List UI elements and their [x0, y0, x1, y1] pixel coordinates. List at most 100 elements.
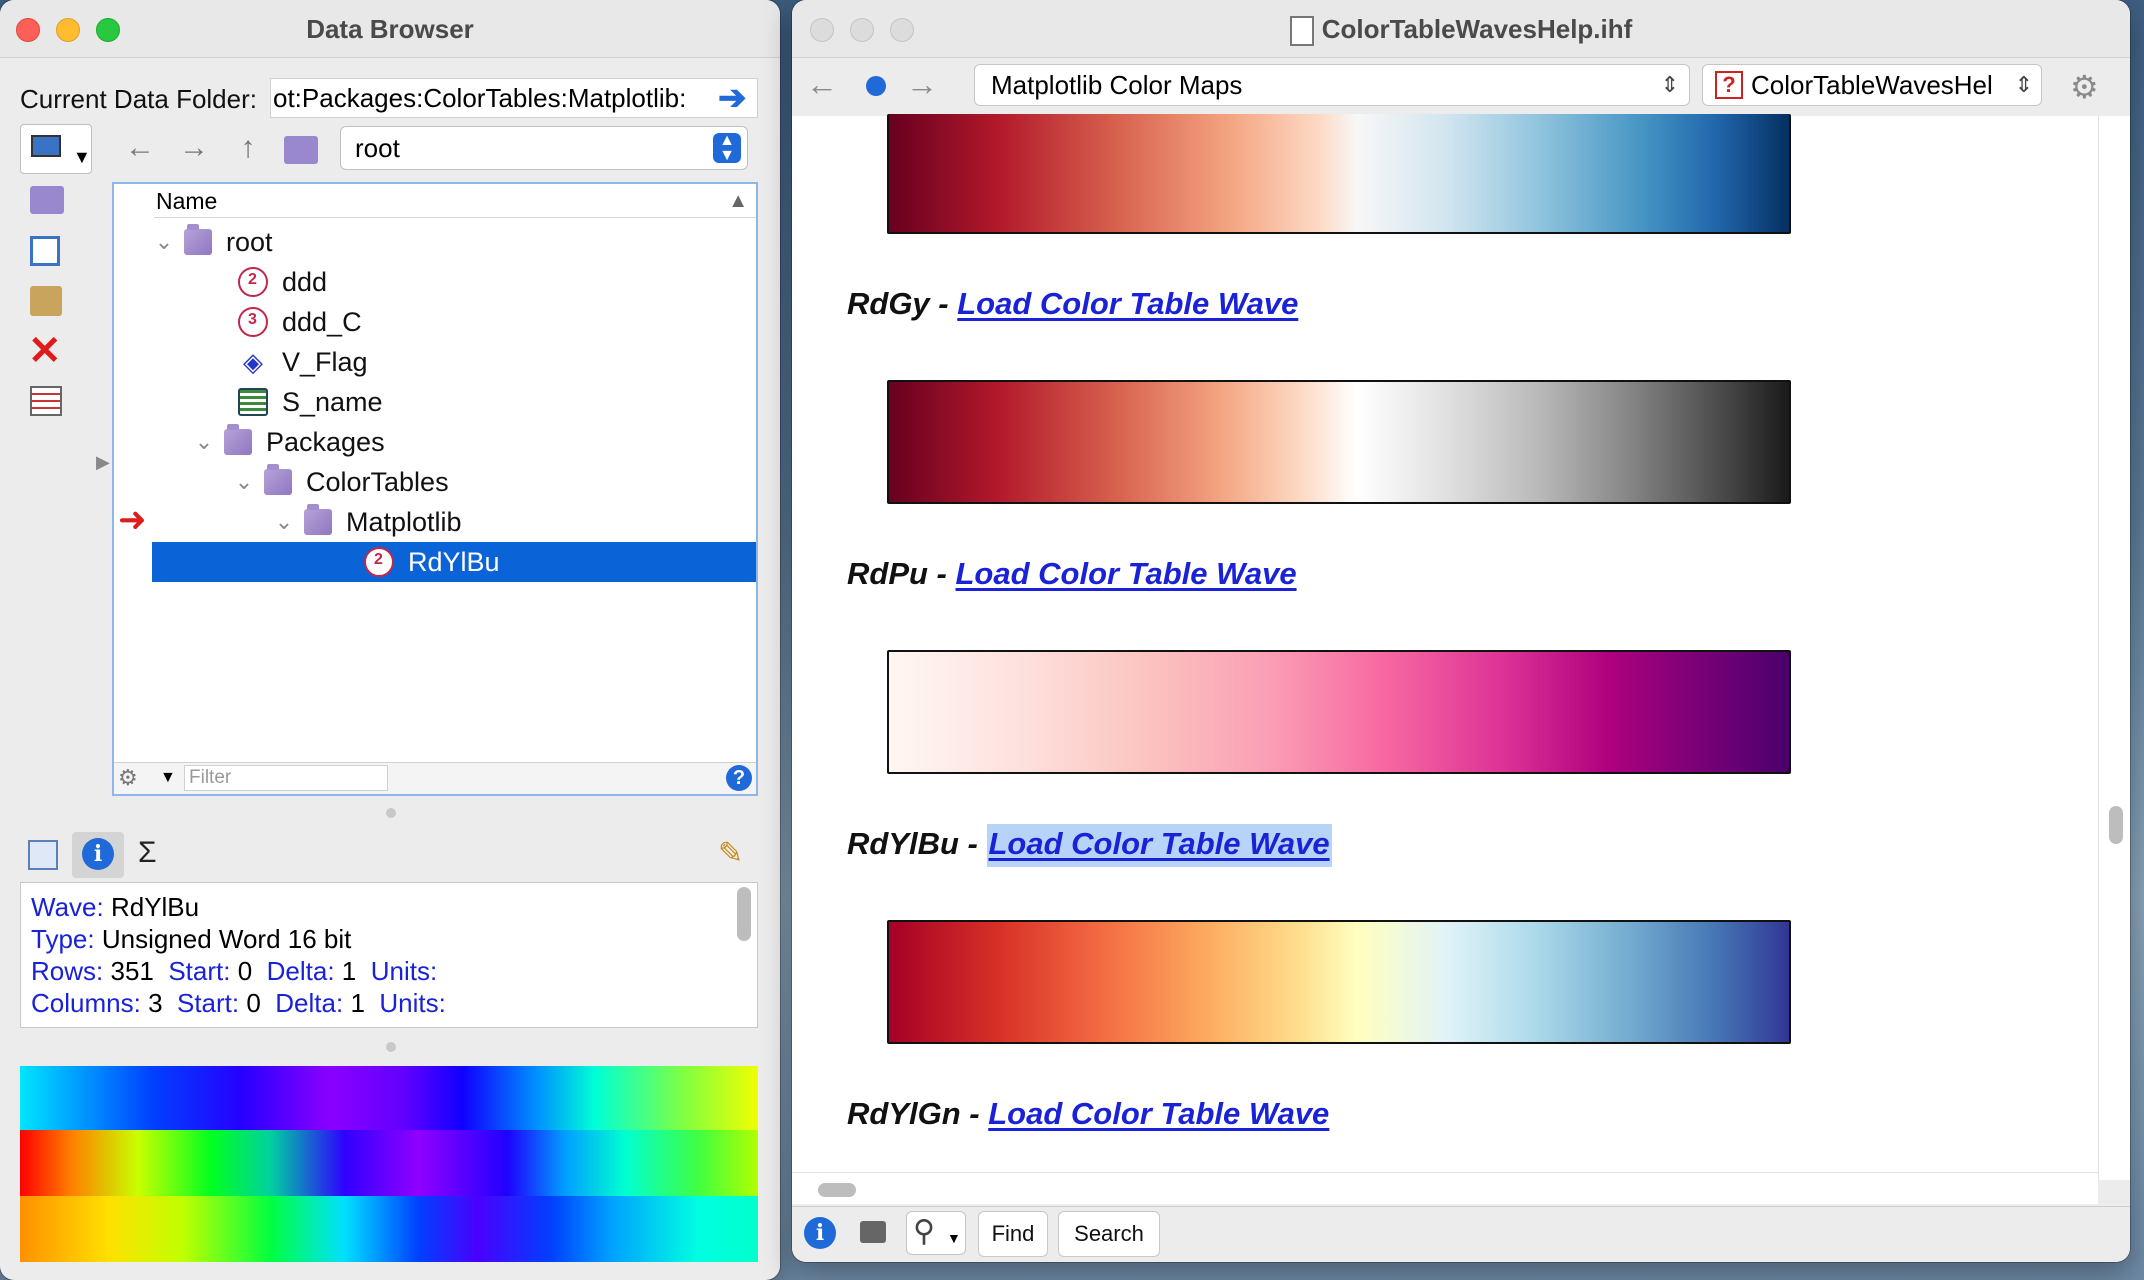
string-wave-icon — [238, 388, 268, 416]
up-arrow-icon[interactable]: ↑ — [228, 128, 268, 168]
sort-ascending-icon: ▲ — [728, 190, 748, 212]
info-value: 1 — [350, 988, 365, 1018]
tree-item-label: ColorTables — [306, 466, 449, 497]
chevron-down-icon[interactable]: ⌄ — [264, 509, 304, 535]
map-label-rdylbu: RdYlBu - Load Color Table Wave — [847, 824, 1332, 867]
info-key: Units: — [379, 988, 446, 1018]
gear-icon[interactable]: ⚙ — [2070, 68, 2099, 106]
select-arrows-icon: ⇕ — [2010, 65, 2033, 105]
map-name: RdPu - — [847, 556, 947, 591]
tree-item-label: Matplotlib — [346, 506, 462, 537]
split-handle[interactable] — [386, 808, 396, 818]
search-button[interactable]: Search — [1058, 1211, 1160, 1257]
info-key: Start: — [168, 956, 231, 986]
chevron-down-icon[interactable]: ⌄ — [144, 229, 184, 255]
home-dot-icon[interactable] — [866, 76, 886, 96]
load-color-table-link[interactable]: Load Color Table Wave — [956, 556, 1297, 591]
folder-select[interactable]: root ▲ ▼ — [340, 126, 748, 170]
back-arrow-icon[interactable]: ← — [802, 64, 842, 104]
filter-bar: ⚙ ▼ Filter ? — [114, 762, 756, 794]
info-icon[interactable]: i — [804, 1217, 836, 1249]
scrollbar-thumb[interactable] — [818, 1183, 856, 1197]
info-value: Unsigned Word 16 bit — [101, 924, 352, 954]
help-icon[interactable]: ? — [726, 765, 752, 791]
chevron-down-icon[interactable]: ⌄ — [184, 429, 224, 455]
forward-arrow-icon[interactable]: → — [174, 128, 214, 168]
tree-row[interactable]: ⌄ root — [114, 222, 756, 262]
filter-input[interactable]: Filter — [184, 765, 388, 791]
data-tree: Name ▲ ⌄ root 2 ddd 3 ddd_C ◈ V_Flag S_name … — [112, 182, 758, 796]
map-name: RdYlBu - — [847, 826, 978, 861]
tree-item-label: ddd_C — [282, 306, 362, 337]
go-arrow-icon[interactable]: ➔ — [718, 78, 747, 118]
display-menu-button[interactable]: ▼ — [20, 124, 92, 174]
split-handle[interactable] — [386, 1042, 396, 1052]
sigma-icon[interactable]: Σ — [138, 836, 157, 870]
new-folder-icon[interactable] — [30, 186, 64, 214]
horizontal-scrollbar[interactable] — [792, 1172, 2098, 1204]
tree-header-name[interactable]: Name ▲ — [154, 184, 756, 218]
search-options-button[interactable]: ⚲ ▼ — [906, 1211, 966, 1255]
chevron-down-icon: ▼ — [73, 147, 91, 167]
help-file-select[interactable]: ? ColorTableWavesHel ⇕ — [1702, 64, 2042, 106]
map-label-rdylgn: RdYlGn - Load Color Table Wave — [847, 1096, 1329, 1132]
tree-row[interactable]: ◈ V_Flag — [114, 342, 756, 382]
tree-row[interactable]: ⌄ Matplotlib — [114, 502, 756, 542]
pencil-icon[interactable]: ✎ — [718, 836, 743, 871]
load-color-table-link[interactable]: Load Color Table Wave — [988, 1096, 1329, 1131]
tree-item-label: S_name — [282, 386, 383, 417]
find-button[interactable]: Find — [978, 1211, 1048, 1257]
title-bar: ColorTableWavesHelp.ihf — [792, 0, 2130, 58]
info-key: Columns: — [31, 988, 141, 1018]
magnifier-icon: ⚲ — [913, 1215, 935, 1248]
document-icon — [1289, 16, 1314, 47]
tree-row[interactable]: ⌄ Packages — [114, 422, 756, 462]
back-arrow-icon[interactable]: ← — [120, 128, 160, 168]
vertical-scrollbar[interactable] — [2098, 116, 2130, 1180]
collapse-arrow-icon[interactable]: ▶ — [96, 452, 110, 473]
info-key: Type: — [31, 924, 95, 954]
preview-row — [20, 1066, 758, 1130]
wave-icon: 3 — [238, 307, 268, 337]
help-footer: i ⚲ ▼ Find Search — [792, 1206, 2130, 1262]
tree-row[interactable]: 3 ddd_C — [114, 302, 756, 342]
scrollbar-thumb[interactable] — [2109, 806, 2123, 844]
set-current-folder-icon[interactable] — [284, 136, 318, 164]
delete-icon[interactable]: ✕ — [28, 328, 62, 374]
window-title: ColorTableWavesHelp.ihf — [792, 14, 2130, 47]
edit-icon[interactable] — [30, 236, 60, 266]
lock-icon[interactable] — [860, 1221, 886, 1243]
table-icon[interactable] — [30, 386, 62, 416]
info-value: 351 — [110, 956, 154, 986]
info-value: 1 — [341, 956, 357, 986]
scrollbar-thumb[interactable] — [737, 887, 751, 941]
wave-image-preview — [20, 1066, 758, 1262]
chevron-down-icon[interactable]: ⌄ — [224, 469, 264, 495]
gear-icon[interactable]: ⚙ — [118, 765, 138, 791]
info-panel: Wave: RdYlBu Type: Unsigned Word 16 bit … — [20, 882, 758, 1028]
tree-row-selected[interactable]: 2 RdYlBu — [152, 542, 756, 582]
info-key: Delta: — [266, 956, 335, 986]
info-tab[interactable]: i — [72, 832, 124, 878]
rdpu-colorbar — [887, 650, 1791, 774]
chevron-down-icon: ▼ — [947, 1230, 961, 1246]
package-icon[interactable] — [30, 286, 62, 316]
topic-select[interactable]: Matplotlib Color Maps ⇕ — [974, 64, 1690, 106]
monitor-icon — [31, 135, 61, 157]
folder-icon — [264, 464, 292, 495]
info-key: Delta: — [275, 988, 344, 1018]
copy-icon[interactable] — [28, 840, 58, 870]
help-file-select-value: ColorTableWavesHel — [1751, 70, 1993, 100]
info-key: Start: — [176, 988, 240, 1018]
load-color-table-link[interactable]: Load Color Table Wave — [957, 286, 1298, 321]
tree-item-label: ddd — [282, 266, 328, 297]
variable-icon: ◈ — [243, 347, 263, 377]
load-color-table-link-selected[interactable]: Load Color Table Wave — [986, 824, 1332, 867]
chevron-down-icon[interactable]: ▼ — [160, 769, 176, 787]
tree-row[interactable]: S_name — [114, 382, 756, 422]
tree-row[interactable]: ⌄ ColorTables — [114, 462, 756, 502]
current-folder-path-text: ot:Packages:ColorTables:Matplotlib: — [273, 83, 687, 113]
forward-arrow-icon[interactable]: → — [902, 64, 942, 104]
tree-row[interactable]: 2 ddd — [114, 262, 756, 302]
rdgy-colorbar — [887, 380, 1791, 504]
